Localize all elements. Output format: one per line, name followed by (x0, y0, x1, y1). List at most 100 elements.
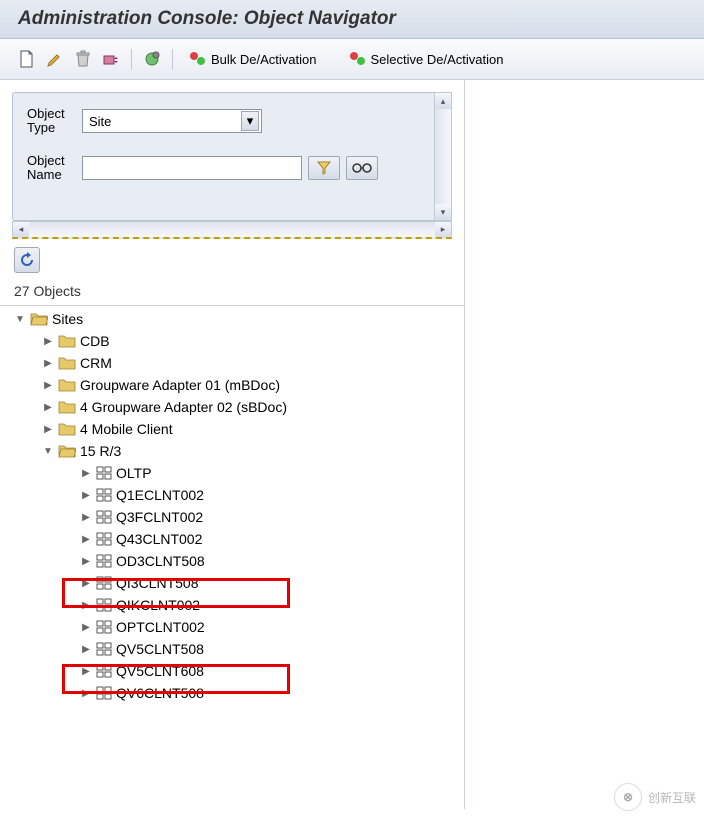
filter-scrollbar-vertical[interactable]: ▴ ▾ (434, 92, 452, 221)
folder-closed-icon (58, 378, 76, 392)
page-title: Administration Console: Object Navigator (18, 8, 686, 30)
tree-root-sites[interactable]: ▼ Sites (14, 308, 464, 330)
expand-arrow-icon: ▶ (80, 666, 92, 677)
toolbar-separator (172, 49, 173, 69)
object-name-label: Object Name (27, 154, 82, 183)
expand-arrow-icon: ▼ (14, 314, 26, 325)
tree-label: 4 Mobile Client (80, 421, 173, 437)
selective-icon (349, 51, 367, 67)
dropdown-arrow-icon: ▾ (241, 111, 259, 131)
expand-arrow-icon: ▶ (80, 490, 92, 501)
tree-item[interactable]: ▶ Q43CLNT002 (14, 528, 464, 550)
toolbar-separator (131, 49, 132, 69)
expand-arrow-icon: ▶ (42, 424, 54, 435)
scroll-left-icon: ◂ (13, 222, 29, 237)
tree-label: 4 Groupware Adapter 02 (sBDoc) (80, 399, 287, 415)
tree-label: Q1ECLNT002 (116, 487, 204, 503)
transport-button[interactable] (99, 47, 123, 71)
site-node-icon (96, 554, 112, 568)
expand-arrow-icon: ▼ (42, 446, 54, 457)
tree-label: QI3CLNT508 (116, 575, 198, 591)
site-node-icon (96, 488, 112, 502)
edit-button[interactable] (43, 47, 67, 71)
site-node-icon (96, 576, 112, 590)
object-type-value: Site (89, 114, 111, 129)
tree-item[interactable]: ▶ QV5CLNT508 (14, 638, 464, 660)
site-node-icon (96, 686, 112, 700)
expand-arrow-icon: ▶ (42, 336, 54, 347)
glasses-button[interactable] (346, 156, 378, 180)
tree-label: 15 R/3 (80, 443, 121, 459)
folder-closed-icon (58, 422, 76, 436)
site-node-icon (96, 620, 112, 634)
tree-item[interactable]: ▶ 4 Mobile Client (14, 418, 464, 440)
expand-arrow-icon: ▶ (80, 534, 92, 545)
object-type-label: Object Type (27, 107, 82, 136)
navigator-panel: Object Type Site ▾ Object Name ▴ ▾ (0, 80, 465, 809)
object-type-select[interactable]: Site ▾ (82, 109, 262, 133)
tree-item[interactable]: ▶QV6CLNT508 (14, 682, 464, 704)
tree-label: QV5CLNT608 (116, 663, 204, 679)
selective-activation-button[interactable]: Selective De/Activation (341, 47, 512, 71)
expand-arrow-icon: ▶ (80, 578, 92, 589)
tree-item[interactable]: ▶ 4 Groupware Adapter 02 (sBDoc) (14, 396, 464, 418)
scroll-up-icon: ▴ (435, 93, 451, 109)
funnel-icon (316, 160, 332, 176)
tree-label: QV6CLNT508 (116, 685, 204, 701)
tree-item[interactable]: ▶OD3CLNT508 (14, 550, 464, 572)
new-document-button[interactable] (15, 47, 39, 71)
site-node-icon (96, 598, 112, 612)
tree-item[interactable]: ▶CDB (14, 330, 464, 352)
trash-icon (75, 50, 91, 68)
content-area: Object Type Site ▾ Object Name ▴ ▾ (0, 80, 704, 809)
selective-label: Selective De/Activation (371, 52, 504, 67)
expand-arrow-icon: ▶ (80, 512, 92, 523)
site-node-icon (96, 532, 112, 546)
bulk-icon (189, 51, 207, 67)
site-node-icon (96, 466, 112, 480)
tree-label: QV5CLNT508 (116, 641, 204, 657)
document-icon (19, 50, 35, 68)
tree-label: Groupware Adapter 01 (mBDoc) (80, 377, 280, 393)
main-toolbar: Bulk De/Activation Selective De/Activati… (0, 39, 704, 80)
bulk-label: Bulk De/Activation (211, 52, 317, 67)
settings-button[interactable] (140, 47, 164, 71)
delete-button[interactable] (71, 47, 95, 71)
watermark-text: 创新互联 (648, 789, 696, 806)
folder-closed-icon (58, 400, 76, 414)
object-name-input[interactable] (82, 156, 302, 180)
tree-item[interactable]: ▶ OPTCLNT002 (14, 616, 464, 638)
bulk-activation-button[interactable]: Bulk De/Activation (181, 47, 325, 71)
glasses-icon (352, 162, 372, 174)
tree-item[interactable]: ▶Q3FCLNT002 (14, 506, 464, 528)
expand-arrow-icon: ▶ (80, 622, 92, 633)
tree-item[interactable]: ▶ Q1ECLNT002 (14, 484, 464, 506)
filter-scrollbar-horizontal[interactable]: ◂ ▸ (12, 221, 452, 239)
watermark-logo-icon: ⊗ (614, 783, 642, 811)
tree-item[interactable]: ▶ QIKCLNT002 (14, 594, 464, 616)
folder-open-icon (30, 312, 48, 326)
scroll-down-icon: ▾ (435, 204, 451, 220)
tree-item[interactable]: ▶ QI3CLNT508 (14, 572, 464, 594)
watermark: ⊗ 创新互联 (614, 783, 696, 811)
tree-label: QIKCLNT002 (116, 597, 200, 613)
folder-closed-icon (58, 334, 76, 348)
folder-open-icon (58, 444, 76, 458)
expand-arrow-icon: ▶ (80, 644, 92, 655)
tree-item[interactable]: ▼ 15 R/3 (14, 440, 464, 462)
page-header: Administration Console: Object Navigator (0, 0, 704, 39)
tree-item[interactable]: ▶ QV5CLNT608 (14, 660, 464, 682)
object-count: 27 Objects (0, 277, 464, 305)
filter-button[interactable] (308, 156, 340, 180)
expand-arrow-icon: ▶ (80, 600, 92, 611)
scroll-right-icon: ▸ (435, 222, 451, 237)
gear-globe-icon (143, 50, 161, 68)
tree-item[interactable]: ▶CRM (14, 352, 464, 374)
expand-arrow-icon: ▶ (42, 402, 54, 413)
tree-label: OPTCLNT002 (116, 619, 205, 635)
tree-item[interactable]: ▶Groupware Adapter 01 (mBDoc) (14, 374, 464, 396)
refresh-button[interactable] (14, 247, 40, 273)
tree-label: Q43CLNT002 (116, 531, 202, 547)
tree-item[interactable]: ▶OLTP (14, 462, 464, 484)
tree-label: OD3CLNT508 (116, 553, 205, 569)
